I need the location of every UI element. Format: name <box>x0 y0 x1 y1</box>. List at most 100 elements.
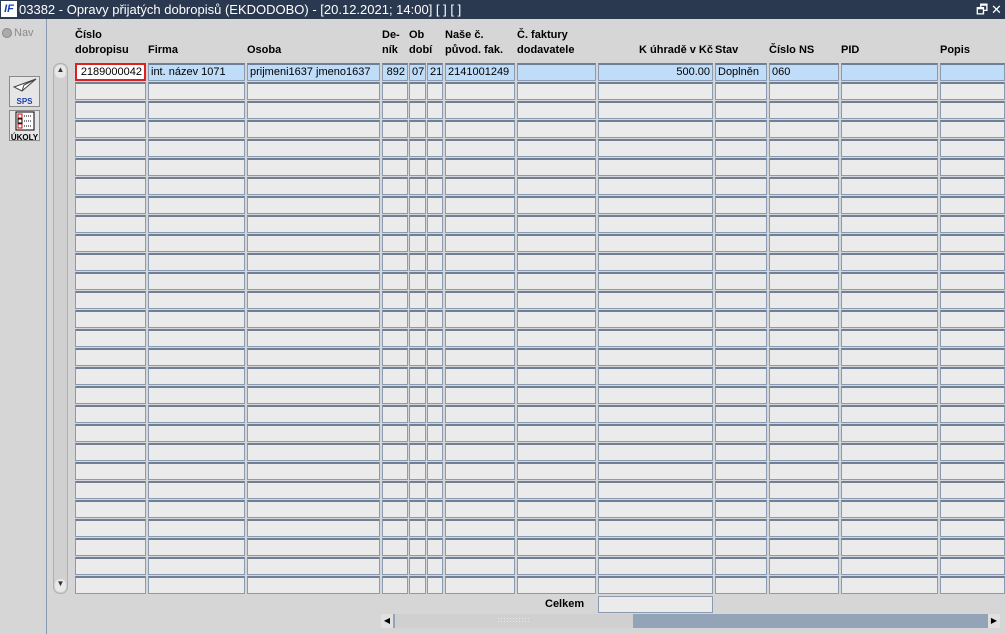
cell-denik[interactable] <box>382 443 408 461</box>
cell-nase[interactable] <box>445 557 515 575</box>
cell-popis[interactable] <box>940 234 1005 252</box>
cell-osoba[interactable] <box>247 253 380 271</box>
cell-obdobi[interactable] <box>409 367 426 385</box>
cell-stav[interactable] <box>715 557 767 575</box>
cell-stav[interactable] <box>715 234 767 252</box>
cell-ns[interactable] <box>769 291 839 309</box>
cell-obdobi[interactable] <box>409 215 426 233</box>
cell-pid[interactable] <box>841 557 938 575</box>
cell-cislo[interactable] <box>75 557 146 575</box>
cell-firma[interactable] <box>148 424 245 442</box>
cell-pid[interactable] <box>841 158 938 176</box>
cell-firma[interactable] <box>148 500 245 518</box>
cell-popis[interactable] <box>940 462 1005 480</box>
cell-pid[interactable] <box>841 424 938 442</box>
cell-obdobi[interactable] <box>409 101 426 119</box>
cell-obdobi[interactable] <box>409 405 426 423</box>
cell-cislo[interactable] <box>75 386 146 404</box>
cell-denik[interactable] <box>382 557 408 575</box>
cell-cfak[interactable] <box>517 215 596 233</box>
cell-osoba[interactable]: prijmeni1637 jmeno1637 <box>247 63 380 81</box>
cell-pid[interactable] <box>841 272 938 290</box>
cell-popis[interactable] <box>940 82 1005 100</box>
cell-obdobi[interactable] <box>409 443 426 461</box>
cell-cislo[interactable] <box>75 500 146 518</box>
cell-osoba[interactable] <box>247 215 380 233</box>
cell-cfak[interactable] <box>517 63 596 81</box>
cell-pid[interactable] <box>841 538 938 556</box>
cell-obdobi[interactable] <box>409 462 426 480</box>
cell-popis[interactable] <box>940 386 1005 404</box>
cell-obdobi[interactable] <box>409 272 426 290</box>
cell-firma[interactable] <box>148 291 245 309</box>
cell-cfak[interactable] <box>517 519 596 537</box>
cell-stav[interactable] <box>715 177 767 195</box>
cell-cislo[interactable]: 2189000042 <box>75 63 146 81</box>
cell-popis[interactable] <box>940 519 1005 537</box>
cell-denik[interactable] <box>382 215 408 233</box>
cell-popis[interactable] <box>940 177 1005 195</box>
cell-cfak[interactable] <box>517 158 596 176</box>
cell-rok[interactable] <box>427 253 443 271</box>
cell-stav[interactable] <box>715 120 767 138</box>
cell-stav[interactable] <box>715 405 767 423</box>
cell-rok[interactable] <box>427 120 443 138</box>
cell-firma[interactable] <box>148 310 245 328</box>
cell-rok[interactable] <box>427 405 443 423</box>
cell-pid[interactable] <box>841 462 938 480</box>
cell-nase[interactable] <box>445 82 515 100</box>
cell-osoba[interactable] <box>247 367 380 385</box>
cell-kuhrade[interactable] <box>598 443 713 461</box>
cell-popis[interactable] <box>940 215 1005 233</box>
cell-rok[interactable] <box>427 101 443 119</box>
cell-cislo[interactable] <box>75 272 146 290</box>
cell-popis[interactable] <box>940 557 1005 575</box>
cell-stav[interactable] <box>715 519 767 537</box>
cell-ns[interactable] <box>769 234 839 252</box>
cell-osoba[interactable] <box>247 310 380 328</box>
cell-nase[interactable] <box>445 500 515 518</box>
cell-kuhrade[interactable]: 500.00 <box>598 63 713 81</box>
cell-denik[interactable] <box>382 158 408 176</box>
cell-cfak[interactable] <box>517 557 596 575</box>
cell-firma[interactable] <box>148 139 245 157</box>
cell-cislo[interactable] <box>75 462 146 480</box>
cell-pid[interactable] <box>841 576 938 594</box>
cell-obdobi[interactable] <box>409 348 426 366</box>
cell-firma[interactable] <box>148 158 245 176</box>
cell-kuhrade[interactable] <box>598 291 713 309</box>
cell-cislo[interactable] <box>75 310 146 328</box>
cell-popis[interactable] <box>940 443 1005 461</box>
cell-ns[interactable] <box>769 576 839 594</box>
cell-rok[interactable] <box>427 576 443 594</box>
cell-popis[interactable] <box>940 272 1005 290</box>
cell-nase[interactable] <box>445 405 515 423</box>
cell-firma[interactable] <box>148 367 245 385</box>
close-icon[interactable]: ✕ <box>991 0 1002 19</box>
cell-pid[interactable] <box>841 63 938 81</box>
cell-osoba[interactable] <box>247 234 380 252</box>
cell-osoba[interactable] <box>247 405 380 423</box>
cell-cislo[interactable] <box>75 120 146 138</box>
cell-pid[interactable] <box>841 348 938 366</box>
cell-osoba[interactable] <box>247 557 380 575</box>
cell-popis[interactable] <box>940 367 1005 385</box>
cell-rok[interactable] <box>427 234 443 252</box>
cell-denik[interactable] <box>382 120 408 138</box>
cell-ns[interactable] <box>769 158 839 176</box>
cell-ns[interactable] <box>769 500 839 518</box>
cell-kuhrade[interactable] <box>598 519 713 537</box>
cell-firma[interactable] <box>148 101 245 119</box>
cell-popis[interactable] <box>940 500 1005 518</box>
cell-cislo[interactable] <box>75 158 146 176</box>
cell-popis[interactable] <box>940 348 1005 366</box>
cell-ns[interactable] <box>769 557 839 575</box>
cell-stav[interactable] <box>715 158 767 176</box>
cell-denik[interactable] <box>382 538 408 556</box>
scroll-up-icon[interactable]: ▲ <box>55 65 66 78</box>
cell-denik[interactable] <box>382 253 408 271</box>
cell-obdobi[interactable] <box>409 519 426 537</box>
cell-pid[interactable] <box>841 443 938 461</box>
cell-firma[interactable] <box>148 82 245 100</box>
cell-rok[interactable] <box>427 500 443 518</box>
